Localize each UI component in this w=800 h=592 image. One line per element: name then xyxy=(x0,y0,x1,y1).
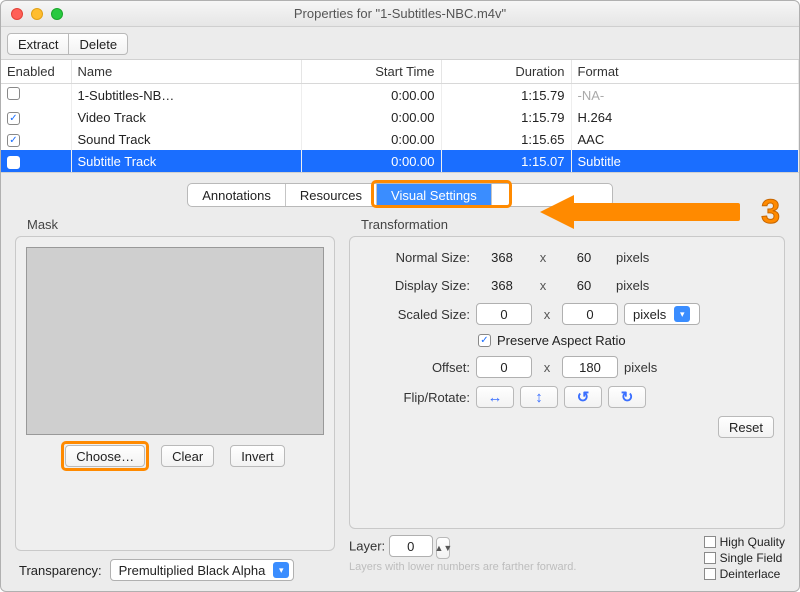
normal-size-label: Normal Size: xyxy=(360,250,470,265)
invert-button[interactable]: Invert xyxy=(230,445,285,467)
col-format[interactable]: Format xyxy=(571,60,799,84)
mask-title: Mask xyxy=(15,217,335,236)
flip-rotate-label: Flip/Rotate: xyxy=(360,390,470,405)
x-separator: x xyxy=(534,278,552,293)
enabled-checkbox[interactable] xyxy=(7,112,20,125)
enabled-checkbox[interactable] xyxy=(7,156,20,169)
offset-label: Offset: xyxy=(360,360,470,375)
enabled-checkbox[interactable] xyxy=(7,87,20,100)
track-duration: 1:15.79 xyxy=(441,84,571,107)
high-quality-checkbox[interactable]: High Quality xyxy=(704,535,785,549)
window-controls xyxy=(1,8,63,20)
preserve-aspect-label: Preserve Aspect Ratio xyxy=(497,333,626,348)
scaled-unit-select[interactable]: pixels ▾ xyxy=(624,303,700,325)
deinterlace-checkbox[interactable]: Deinterlace xyxy=(704,567,785,581)
extract-button[interactable]: Extract xyxy=(7,33,69,55)
table-row[interactable]: 1-Subtitles-NB… 0:00.00 1:15.79 -NA- xyxy=(1,84,799,107)
tab-obscured[interactable] xyxy=(492,184,612,206)
x-separator: x xyxy=(538,307,556,322)
single-field-label: Single Field xyxy=(720,551,783,565)
scaled-height-field[interactable]: 0 xyxy=(562,303,618,325)
transformation-title: Transformation xyxy=(349,217,785,236)
track-start: 0:00.00 xyxy=(301,128,441,150)
tabs-row: Annotations Resources Visual Settings xyxy=(1,173,799,211)
col-enabled[interactable]: Enabled xyxy=(1,60,71,84)
close-icon[interactable] xyxy=(11,8,23,20)
track-start: 0:00.00 xyxy=(301,150,441,172)
tab-annotations[interactable]: Annotations xyxy=(188,184,286,206)
track-duration: 1:15.79 xyxy=(441,106,571,128)
display-width: 368 xyxy=(476,275,528,295)
layer-hint: Layers with lower numbers are farther fo… xyxy=(349,561,576,573)
unit-label: pixels xyxy=(616,250,676,265)
track-format: -NA- xyxy=(571,84,799,107)
col-duration[interactable]: Duration xyxy=(441,60,571,84)
display-size-label: Display Size: xyxy=(360,278,470,293)
track-duration: 1:15.07 xyxy=(441,150,571,172)
offset-x-field[interactable]: 0 xyxy=(476,356,532,378)
mask-group: Choose… Clear Invert xyxy=(15,236,335,551)
tracks-table: Enabled Name Start Time Duration Format … xyxy=(1,59,799,173)
track-name: Subtitle Track xyxy=(71,150,301,172)
track-duration: 1:15.65 xyxy=(441,128,571,150)
unit-label: pixels xyxy=(624,360,684,375)
choose-button[interactable]: Choose… xyxy=(65,445,145,467)
unit-label: pixels xyxy=(616,278,676,293)
transparency-label: Transparency: xyxy=(19,563,102,578)
titlebar: Properties for "1-Subtitles-NBC.m4v" xyxy=(1,1,799,27)
table-row[interactable]: Sound Track 0:00.00 1:15.65 AAC xyxy=(1,128,799,150)
rotate-ccw-button[interactable]: ↺ xyxy=(564,386,602,408)
scaled-width-field[interactable]: 0 xyxy=(476,303,532,325)
transparency-value: Premultiplied Black Alpha xyxy=(119,563,266,578)
x-separator: x xyxy=(534,250,552,265)
col-start[interactable]: Start Time xyxy=(301,60,441,84)
track-format: H.264 xyxy=(571,106,799,128)
rotate-cw-button[interactable]: ↻ xyxy=(608,386,646,408)
zoom-icon[interactable] xyxy=(51,8,63,20)
delete-button[interactable]: Delete xyxy=(68,33,128,55)
tabbar: Annotations Resources Visual Settings xyxy=(187,183,613,207)
layer-label: Layer: xyxy=(349,539,385,554)
normal-height: 60 xyxy=(558,247,610,267)
transparency-select[interactable]: Premultiplied Black Alpha ▾ xyxy=(110,559,295,581)
properties-window: Properties for "1-Subtitles-NBC.m4v" Ext… xyxy=(0,0,800,592)
transformation-group: Normal Size: 368 x 60 pixels Display Siz… xyxy=(349,236,785,529)
track-start: 0:00.00 xyxy=(301,106,441,128)
dropdown-icon: ▾ xyxy=(674,306,690,322)
deinterlace-label: Deinterlace xyxy=(720,567,781,581)
col-name[interactable]: Name xyxy=(71,60,301,84)
track-format: AAC xyxy=(571,128,799,150)
table-row[interactable]: Video Track 0:00.00 1:15.79 H.264 xyxy=(1,106,799,128)
clear-button[interactable]: Clear xyxy=(161,445,214,467)
x-separator: x xyxy=(538,360,556,375)
table-row[interactable]: Subtitle Track 0:00.00 1:15.07 Subtitle xyxy=(1,150,799,172)
layer-stepper[interactable]: ▲▼ xyxy=(436,537,450,559)
offset-y-field[interactable]: 180 xyxy=(562,356,618,378)
scaled-size-label: Scaled Size: xyxy=(360,307,470,322)
normal-width: 368 xyxy=(476,247,528,267)
flip-vertical-button[interactable]: ↕ xyxy=(520,386,558,408)
track-format: Subtitle xyxy=(571,150,799,172)
track-name: Sound Track xyxy=(71,128,301,150)
track-name: Video Track xyxy=(71,106,301,128)
track-start: 0:00.00 xyxy=(301,84,441,107)
scaled-unit-value: pixels xyxy=(633,307,666,322)
flip-horizontal-button[interactable]: ↔ xyxy=(476,386,514,408)
tab-visual-settings[interactable]: Visual Settings xyxy=(377,184,492,206)
tab-resources[interactable]: Resources xyxy=(286,184,377,206)
preserve-aspect-checkbox[interactable] xyxy=(478,334,491,347)
display-height: 60 xyxy=(558,275,610,295)
mask-preview xyxy=(26,247,324,435)
track-name: 1-Subtitles-NB… xyxy=(71,84,301,107)
reset-button[interactable]: Reset xyxy=(718,416,774,438)
enabled-checkbox[interactable] xyxy=(7,134,20,147)
single-field-checkbox[interactable]: Single Field xyxy=(704,551,785,565)
window-title: Properties for "1-Subtitles-NBC.m4v" xyxy=(1,6,799,21)
minimize-icon[interactable] xyxy=(31,8,43,20)
high-quality-label: High Quality xyxy=(720,535,785,549)
layer-field[interactable]: 0 xyxy=(389,535,433,557)
dropdown-icon: ▾ xyxy=(273,562,289,578)
toolbar: Extract Delete xyxy=(1,27,799,59)
